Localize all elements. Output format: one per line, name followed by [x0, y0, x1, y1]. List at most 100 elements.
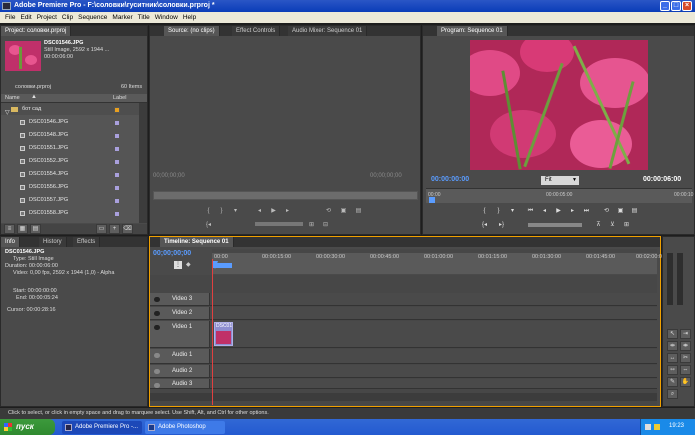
step-forward-icon[interactable]: ▸	[284, 208, 291, 214]
slip-tool-icon[interactable]: ⇿	[667, 365, 678, 375]
track-select-tool-icon[interactable]: ⇥	[680, 329, 691, 339]
razor-tool-icon[interactable]: ✂	[680, 353, 691, 363]
ruler-zoom-bar[interactable]	[212, 249, 657, 253]
step-back-icon[interactable]: ◂	[541, 208, 548, 214]
icon-view-icon[interactable]: ▦	[17, 224, 28, 234]
trash-icon[interactable]: ⌫	[122, 224, 133, 234]
zoom-tool-icon[interactable]: ⌕	[667, 389, 678, 399]
menu-help[interactable]: Help	[183, 14, 196, 21]
close-button[interactable]: ×	[682, 1, 692, 11]
go-to-in-icon[interactable]: {◂	[481, 222, 488, 228]
list-item[interactable]: DSC01552.JPG	[1, 155, 139, 168]
hand-tool-icon[interactable]: ✋	[680, 377, 691, 387]
scrollbar[interactable]	[139, 103, 147, 223]
tab-history[interactable]: History	[39, 237, 67, 247]
tab-timeline[interactable]: Timeline: Sequence 01	[160, 237, 234, 247]
go-to-prev-edit-icon[interactable]: ⏮	[527, 208, 534, 214]
eye-icon[interactable]	[154, 297, 160, 302]
horizontal-scrollbar[interactable]	[150, 393, 657, 401]
menu-file[interactable]: File	[5, 14, 15, 21]
tab-info[interactable]: Info	[1, 237, 21, 247]
taskbar-item-premiere[interactable]: Adobe Premiere Pro -...	[62, 421, 142, 434]
tab-audio-mixer[interactable]: Audio Mixer: Sequence 01	[288, 26, 368, 36]
output-icon[interactable]: ▤	[631, 208, 638, 214]
loop-icon[interactable]: ⟲	[325, 208, 332, 214]
lift-icon[interactable]: ⊼	[595, 222, 602, 228]
mark-in-icon[interactable]: {	[205, 208, 212, 214]
sort-up-icon[interactable]: ▲	[31, 94, 37, 100]
jog-shuttle[interactable]	[528, 223, 582, 227]
output-icon[interactable]: ▤	[355, 208, 362, 214]
selection-tool-icon[interactable]: ↖	[667, 329, 678, 339]
set-marker-icon[interactable]: ▾	[509, 208, 516, 214]
start-button[interactable]: пуск	[0, 419, 55, 435]
extract-icon[interactable]: ⊻	[609, 222, 616, 228]
minimize-button[interactable]: _	[660, 1, 670, 11]
list-item[interactable]: DSC01546.JPG	[1, 116, 139, 129]
program-timecode[interactable]: 00:00:00:00	[431, 176, 469, 183]
taskbar-item-photoshop[interactable]: Adobe Photoshop	[145, 421, 225, 434]
speaker-icon[interactable]	[154, 353, 160, 358]
list-item[interactable]: DSC01548.JPG	[1, 129, 139, 142]
marker-icon[interactable]: ◆	[186, 261, 194, 269]
menu-clip[interactable]: Clip	[62, 14, 73, 21]
menu-project[interactable]: Project	[37, 14, 57, 21]
playhead-marker-icon[interactable]	[429, 197, 435, 203]
tab-effects[interactable]: Effects	[73, 237, 101, 247]
automate-icon[interactable]: ▤	[30, 224, 41, 234]
tab-source[interactable]: Source: (no clips)	[164, 26, 220, 36]
play-icon[interactable]: ▶	[270, 208, 277, 214]
speaker-icon[interactable]	[154, 369, 160, 374]
snap-icon[interactable]: ⋮	[174, 261, 182, 269]
list-item[interactable]: DSC01554.JPG	[1, 168, 139, 181]
tray-volume-icon[interactable]	[654, 424, 660, 430]
program-ruler[interactable]: 00:00 00:00:05:00 00:00:10	[426, 188, 693, 203]
eye-icon[interactable]	[154, 325, 160, 330]
menu-marker[interactable]: Marker	[112, 14, 132, 21]
source-scrub-bar[interactable]	[153, 191, 418, 200]
tray-network-icon[interactable]	[645, 424, 651, 430]
overlay-icon[interactable]: ⊟	[322, 222, 329, 228]
zoom-select[interactable]: Fit ▼	[541, 176, 579, 185]
go-to-next-edit-icon[interactable]: ⏭	[583, 208, 590, 214]
eye-icon[interactable]	[154, 311, 160, 316]
new-bin-icon[interactable]: ▭	[96, 224, 107, 234]
tab-effect-controls[interactable]: Effect Controls	[232, 26, 281, 36]
timeline-timecode[interactable]: 00;00;00;00	[153, 250, 191, 257]
play-icon[interactable]: ▶	[555, 208, 562, 214]
menu-sequence[interactable]: Sequence	[78, 14, 107, 21]
mark-in-icon[interactable]: {	[481, 208, 488, 214]
tab-project[interactable]: Project: соловки.prproj	[1, 26, 72, 36]
go-to-in-icon[interactable]: {◂	[205, 222, 212, 228]
ripple-edit-tool-icon[interactable]: ⇹	[667, 341, 678, 351]
safe-margins-icon[interactable]: ▣	[617, 208, 624, 214]
mark-out-icon[interactable]: }	[495, 208, 502, 214]
list-item[interactable]: DSC01551.JPG	[1, 142, 139, 155]
list-view-icon[interactable]: ≡	[4, 224, 15, 234]
list-item[interactable]: DSC01558.JPG	[1, 207, 139, 220]
col-label[interactable]: Label	[113, 95, 126, 101]
maximize-button[interactable]: □	[671, 1, 681, 11]
trim-icon[interactable]: ⊞	[623, 222, 630, 228]
insert-icon[interactable]: ⊞	[308, 222, 315, 228]
list-item[interactable]: DSC01557.JPG	[1, 194, 139, 207]
step-back-icon[interactable]: ◂	[256, 208, 263, 214]
speaker-icon[interactable]	[154, 383, 160, 388]
slide-tool-icon[interactable]: ⇔	[680, 365, 691, 375]
set-marker-icon[interactable]: ▾	[232, 208, 239, 214]
pen-tool-icon[interactable]: ✎	[667, 377, 678, 387]
rate-stretch-tool-icon[interactable]: ↔	[667, 353, 678, 363]
mark-out-icon[interactable]: }	[218, 208, 225, 214]
rolling-edit-tool-icon[interactable]: ⇼	[680, 341, 691, 351]
menu-edit[interactable]: Edit	[20, 14, 31, 21]
tab-program[interactable]: Program: Sequence 01	[437, 26, 508, 36]
list-item[interactable]: DSC01556.JPG	[1, 181, 139, 194]
list-item-folder[interactable]: ▽ бот сад	[1, 103, 139, 116]
go-to-out-icon[interactable]: ▸}	[498, 222, 505, 228]
step-forward-icon[interactable]: ▸	[569, 208, 576, 214]
new-item-icon[interactable]: +	[109, 224, 120, 234]
col-name[interactable]: Name	[5, 95, 20, 101]
timeline-ruler[interactable]: 00:00 00:00:15:00 00:00:30:00 00:00:45:0…	[212, 249, 665, 274]
loop-icon[interactable]: ⟲	[603, 208, 610, 214]
menu-title[interactable]: Title	[138, 14, 150, 21]
